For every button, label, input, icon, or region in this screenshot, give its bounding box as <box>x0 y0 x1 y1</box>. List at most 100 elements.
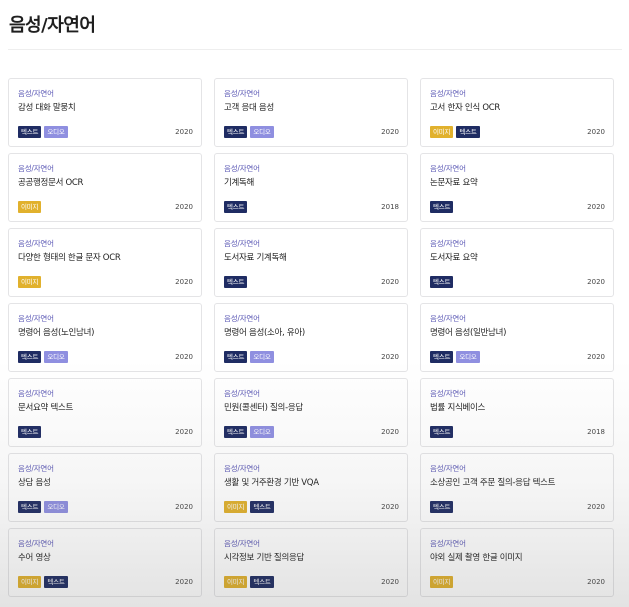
card-category: 음성/자연어 <box>18 539 54 548</box>
dataset-card[interactable]: 음성/자연어 기계독해 텍스트 2018 <box>214 153 408 222</box>
dataset-card[interactable]: 음성/자연어 감성 대화 말뭉치 텍스트 오디오 2020 <box>8 78 202 147</box>
text-tag: 텍스트 <box>430 276 454 288</box>
dataset-card[interactable]: 음성/자연어 문서요약 텍스트 텍스트 2020 <box>8 378 202 447</box>
card-year: 2018 <box>587 428 605 436</box>
dataset-card[interactable]: 음성/자연어도서자료 요약텍스트 2020 <box>420 228 614 297</box>
text-tag: 텍스트 <box>18 426 42 438</box>
dataset-card[interactable]: 음성/자연어 시각정보 기반 질의응답 이미지 텍스트 2020 <box>214 528 408 597</box>
card-year: 2020 <box>175 428 193 436</box>
card-tags: 텍스트 <box>430 201 454 213</box>
audio-tag: 오디오 <box>44 351 68 363</box>
card-tags: 텍스트 <box>18 426 42 438</box>
card-year: 2020 <box>587 203 605 211</box>
card-year: 2020 <box>587 278 605 286</box>
dataset-card[interactable]: 음성/자연어 공공행정문서 OCR 이미지 2020 <box>8 153 202 222</box>
card-category: 음성/자연어 <box>18 164 54 173</box>
audio-tag: 오디오 <box>44 501 68 513</box>
card-title: 고객 응대 음성 <box>224 103 274 113</box>
image-tag: 이미지 <box>430 126 454 138</box>
card-year: 2020 <box>381 353 399 361</box>
card-title: 고서 한자 인식 OCR <box>430 103 500 113</box>
card-year: 2020 <box>587 353 605 361</box>
card-year: 2020 <box>587 578 605 586</box>
card-title: 명령어 음성(소아, 유아) <box>224 328 305 338</box>
card-tags: 이미지 <box>430 576 454 588</box>
card-year: 2020 <box>175 578 193 586</box>
card-year: 2018 <box>381 203 399 211</box>
card-tags: 텍스트 오디오 <box>224 126 274 138</box>
card-year: 2020 <box>381 278 399 286</box>
card-tags: 텍스트 오디오 <box>224 426 274 438</box>
card-category: 음성/자연어 <box>430 239 466 248</box>
dataset-card[interactable]: 음성/자연어 법률 지식베이스 텍스트 2018 <box>420 378 614 447</box>
dataset-card[interactable]: 음성/자연어 생활 및 거주환경 기반 VQA 이미지 텍스트 2020 <box>214 453 408 522</box>
text-tag: 텍스트 <box>18 501 42 513</box>
card-title: 도서자료 요약 <box>430 253 478 263</box>
card-title: 야외 실제 촬영 한글 이미지 <box>430 553 523 563</box>
card-category: 음성/자연어 <box>224 164 260 173</box>
dataset-card[interactable]: 음성/자연어 도서자료 기계독해 텍스트 2020 <box>214 228 408 297</box>
card-title: 시각정보 기반 질의응답 <box>224 553 305 563</box>
card-category: 음성/자연어 <box>18 314 54 323</box>
card-year: 2020 <box>175 278 193 286</box>
dataset-card[interactable]: 음성/자연어명령어 음성(소아, 유아) 텍스트 오디오 2020 <box>214 303 408 372</box>
card-tags: 텍스트 오디오 <box>18 126 68 138</box>
card-year: 2020 <box>381 503 399 511</box>
card-year: 2020 <box>587 503 605 511</box>
text-tag: 텍스트 <box>250 576 274 588</box>
dataset-card[interactable]: 음성/자연어 상담 음성 텍스트 오디오 2020 <box>8 453 202 522</box>
card-tags: 텍스트 <box>224 276 248 288</box>
text-tag: 텍스트 <box>224 426 248 438</box>
dataset-card-grid: 음성/자연어 감성 대화 말뭉치 텍스트 오디오 2020 음성/자연어 고객 응대 음성 텍… <box>8 78 620 597</box>
card-tags: 텍스트 <box>430 276 454 288</box>
card-category: 음성/자연어 <box>224 389 260 398</box>
card-category: 음성/자연어 <box>430 164 466 173</box>
card-category: 음성/자연어 <box>430 464 466 473</box>
text-tag: 텍스트 <box>44 576 68 588</box>
card-title: 수어 영상 <box>18 553 51 563</box>
text-tag: 텍스트 <box>224 126 248 138</box>
card-tags: 이미지 <box>18 276 42 288</box>
card-category: 음성/자연어 <box>18 239 54 248</box>
dataset-card[interactable]: 음성/자연어명령어 음성(일반남녀) 텍스트 오디오 2020 <box>420 303 614 372</box>
card-category: 음성/자연어 <box>430 314 466 323</box>
card-title: 감성 대화 말뭉치 <box>18 103 76 113</box>
card-tags: 텍스트 <box>430 501 454 513</box>
card-category: 음성/자연어 <box>224 314 260 323</box>
card-title: 논문자료 요약 <box>430 178 478 188</box>
dataset-card[interactable]: 음성/자연어 다양한 형태의 한글 문자 OCR 이미지 2020 <box>8 228 202 297</box>
card-title: 명령어 음성(일반남녀) <box>430 328 507 338</box>
card-tags: 텍스트 <box>430 426 454 438</box>
card-year: 2020 <box>175 353 193 361</box>
card-tags: 이미지 텍스트 <box>224 576 274 588</box>
card-category: 음성/자연어 <box>224 539 260 548</box>
card-tags: 이미지 <box>18 201 42 213</box>
image-tag: 이미지 <box>224 576 248 588</box>
dataset-card[interactable]: 음성/자연어수어 영상이미지 텍스트 2020 <box>8 528 202 597</box>
text-tag: 텍스트 <box>224 276 248 288</box>
dataset-card[interactable]: 음성/자연어 민원(콜센터) 질의-응답 텍스트 오디오 2020 <box>214 378 408 447</box>
card-year: 2020 <box>381 128 399 136</box>
image-tag: 이미지 <box>430 576 454 588</box>
audio-tag: 오디오 <box>250 351 274 363</box>
card-tags: 텍스트 <box>224 201 248 213</box>
dataset-card[interactable]: 음성/자연어 명령어 음성(노인남녀) 텍스트 오디오 2020 <box>8 303 202 372</box>
audio-tag: 오디오 <box>456 351 480 363</box>
card-title: 공공행정문서 OCR <box>18 178 84 188</box>
dataset-card[interactable]: 음성/자연어 야외 실제 촬영 한글 이미지 이미지 2020 <box>420 528 614 597</box>
image-tag: 이미지 <box>224 501 248 513</box>
dataset-card[interactable]: 음성/자연어 고서 한자 인식 OCR 이미지 텍스트 2020 <box>420 78 614 147</box>
audio-tag: 오디오 <box>250 126 274 138</box>
card-category: 음성/자연어 <box>430 389 466 398</box>
card-tags: 텍스트 오디오 <box>224 351 274 363</box>
dataset-card[interactable]: 음성/자연어논문자료 요약텍스트 2020 <box>420 153 614 222</box>
card-tags: 텍스트 오디오 <box>430 351 480 363</box>
card-tags: 이미지 텍스트 <box>18 576 68 588</box>
dataset-card[interactable]: 음성/자연어 소상공인 고객 주문 질의-응답 텍스트 텍스트 2020 <box>420 453 614 522</box>
card-tags: 텍스트 오디오 <box>18 501 68 513</box>
text-tag: 텍스트 <box>250 501 274 513</box>
text-tag: 텍스트 <box>430 201 454 213</box>
audio-tag: 오디오 <box>250 426 274 438</box>
card-title: 문서요약 텍스트 <box>18 403 74 413</box>
dataset-card[interactable]: 음성/자연어 고객 응대 음성 텍스트 오디오 2020 <box>214 78 408 147</box>
